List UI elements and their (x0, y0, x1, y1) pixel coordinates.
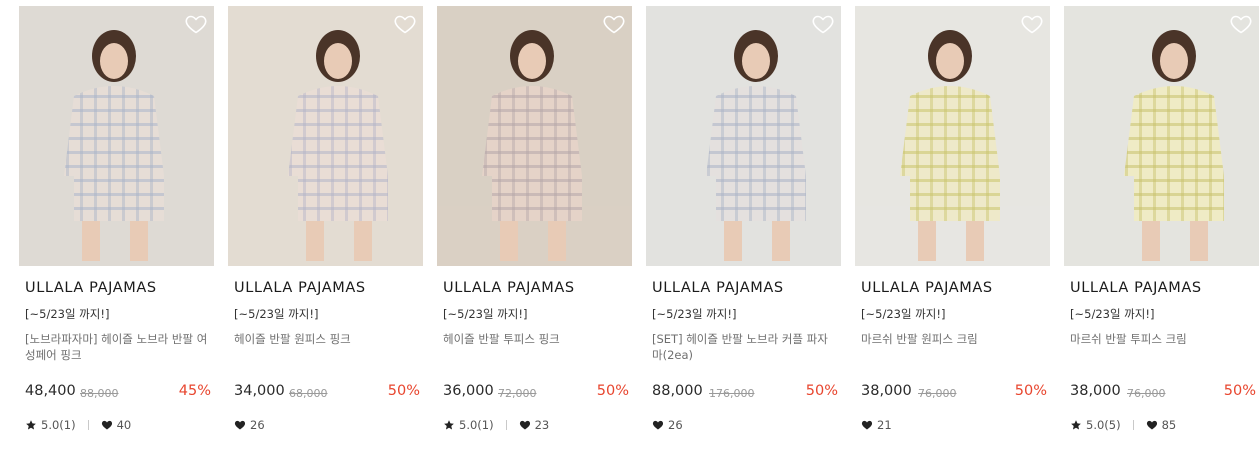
star-icon (1070, 419, 1082, 431)
heart-filled-icon (519, 419, 531, 431)
heart-filled-icon (1146, 419, 1158, 431)
likes-count: 85 (1161, 418, 1177, 432)
wishlist-heart-icon[interactable] (393, 12, 417, 36)
promo-text: [~5/23일 까지!] (652, 307, 737, 321)
product-card[interactable]: ULLALA PAJAMAS [~5/23일 까지!] 마르쉬 반팔 투피스 크… (1064, 6, 1259, 446)
review-meta: 5.0(1) 23 (443, 417, 549, 433)
discount-rate: 50% (1223, 383, 1256, 399)
product-card[interactable]: ULLALA PAJAMAS [~5/23일 까지!] [SET] 헤이즐 반팔… (646, 6, 841, 446)
original-price: 76,000 (918, 387, 957, 400)
wishlist-heart-icon[interactable] (602, 12, 626, 36)
product-image[interactable] (228, 6, 423, 266)
heart-filled-icon (861, 419, 873, 431)
likes-count: 21 (877, 418, 892, 432)
review-meta: 26 (652, 417, 683, 433)
product-card[interactable]: ULLALA PAJAMAS [~5/23일 까지!] 헤이즐 반팔 투피스 핑… (437, 6, 632, 446)
product-image[interactable] (19, 6, 214, 266)
product-name[interactable]: [노브라파자마] 헤이즐 노브라 반팔 여성페어 핑크 (25, 331, 211, 363)
likes-count: 40 (116, 418, 132, 432)
sale-price: 36,000 (443, 383, 494, 399)
product-name[interactable]: 헤이즐 반팔 투피스 핑크 (443, 331, 629, 347)
price-row: 36,000 72,000 50% (443, 383, 629, 403)
discount-rate: 50% (596, 383, 629, 399)
sale-price: 38,000 (1070, 383, 1121, 399)
brand-name[interactable]: ULLALA PAJAMAS (1070, 280, 1202, 296)
brand-name[interactable]: ULLALA PAJAMAS (443, 280, 575, 296)
product-card[interactable]: ULLALA PAJAMAS [~5/23일 까지!] [노브라파자마] 헤이즐… (19, 6, 214, 446)
promo-text: [~5/23일 까지!] (861, 307, 946, 321)
price-row: 88,000 176,000 50% (652, 383, 838, 403)
original-price: 176,000 (709, 387, 755, 400)
product-image[interactable] (646, 6, 841, 266)
original-price: 72,000 (498, 387, 537, 400)
rating-value: 5.0(1) (41, 418, 76, 432)
sale-price: 88,000 (652, 383, 703, 399)
heart-filled-icon (101, 419, 113, 431)
brand-name[interactable]: ULLALA PAJAMAS (861, 280, 993, 296)
wishlist-heart-icon[interactable] (184, 12, 208, 36)
price-row: 38,000 76,000 50% (1070, 383, 1256, 403)
brand-name[interactable]: ULLALA PAJAMAS (234, 280, 366, 296)
wishlist-heart-icon[interactable] (1229, 12, 1253, 36)
review-meta: 5.0(5) 85 (1070, 417, 1176, 433)
original-price: 76,000 (1127, 387, 1166, 400)
product-card[interactable]: ULLALA PAJAMAS [~5/23일 까지!] 헤이즐 반팔 원피스 핑… (228, 6, 423, 446)
price-row: 38,000 76,000 50% (861, 383, 1047, 403)
likes-count: 23 (534, 418, 550, 432)
original-price: 68,000 (289, 387, 328, 400)
likes-count: 26 (250, 418, 265, 432)
review-meta: 21 (861, 417, 892, 433)
promo-text: [~5/23일 까지!] (234, 307, 319, 321)
price-row: 34,000 68,000 50% (234, 383, 420, 403)
product-name[interactable]: 마르쉬 반팔 투피스 크림 (1070, 331, 1256, 347)
brand-name[interactable]: ULLALA PAJAMAS (652, 280, 784, 296)
heart-filled-icon (652, 419, 664, 431)
product-name[interactable]: 마르쉬 반팔 원피스 크림 (861, 331, 1047, 347)
sale-price: 34,000 (234, 383, 285, 399)
promo-text: [~5/23일 까지!] (25, 307, 110, 321)
discount-rate: 50% (805, 383, 838, 399)
product-card[interactable]: ULLALA PAJAMAS [~5/23일 까지!] 마르쉬 반팔 원피스 크… (855, 6, 1050, 446)
product-image[interactable] (855, 6, 1050, 266)
product-grid: ULLALA PAJAMAS [~5/23일 까지!] [노브라파자마] 헤이즐… (0, 0, 1260, 455)
wishlist-heart-icon[interactable] (1020, 12, 1044, 36)
discount-rate: 45% (178, 383, 211, 399)
star-icon (443, 419, 455, 431)
wishlist-heart-icon[interactable] (811, 12, 835, 36)
star-icon (25, 419, 37, 431)
brand-name[interactable]: ULLALA PAJAMAS (25, 280, 157, 296)
meta-divider (1132, 420, 1134, 430)
discount-rate: 50% (1014, 383, 1047, 399)
original-price: 88,000 (80, 387, 119, 400)
rating-value: 5.0(5) (1086, 418, 1121, 432)
product-name[interactable]: 헤이즐 반팔 원피스 핑크 (234, 331, 420, 347)
review-meta: 26 (234, 417, 265, 433)
discount-rate: 50% (387, 383, 420, 399)
product-image[interactable] (1064, 6, 1259, 266)
product-name[interactable]: [SET] 헤이즐 반팔 노브라 커플 파자마(2ea) (652, 331, 838, 363)
sale-price: 38,000 (861, 383, 912, 399)
heart-filled-icon (234, 419, 246, 431)
promo-text: [~5/23일 까지!] (443, 307, 528, 321)
sale-price: 48,400 (25, 383, 76, 399)
promo-text: [~5/23일 까지!] (1070, 307, 1155, 321)
rating-value: 5.0(1) (459, 418, 494, 432)
product-image[interactable] (437, 6, 632, 266)
meta-divider (87, 420, 89, 430)
likes-count: 26 (668, 418, 683, 432)
meta-divider (505, 420, 507, 430)
review-meta: 5.0(1) 40 (25, 417, 131, 433)
price-row: 48,400 88,000 45% (25, 383, 211, 403)
